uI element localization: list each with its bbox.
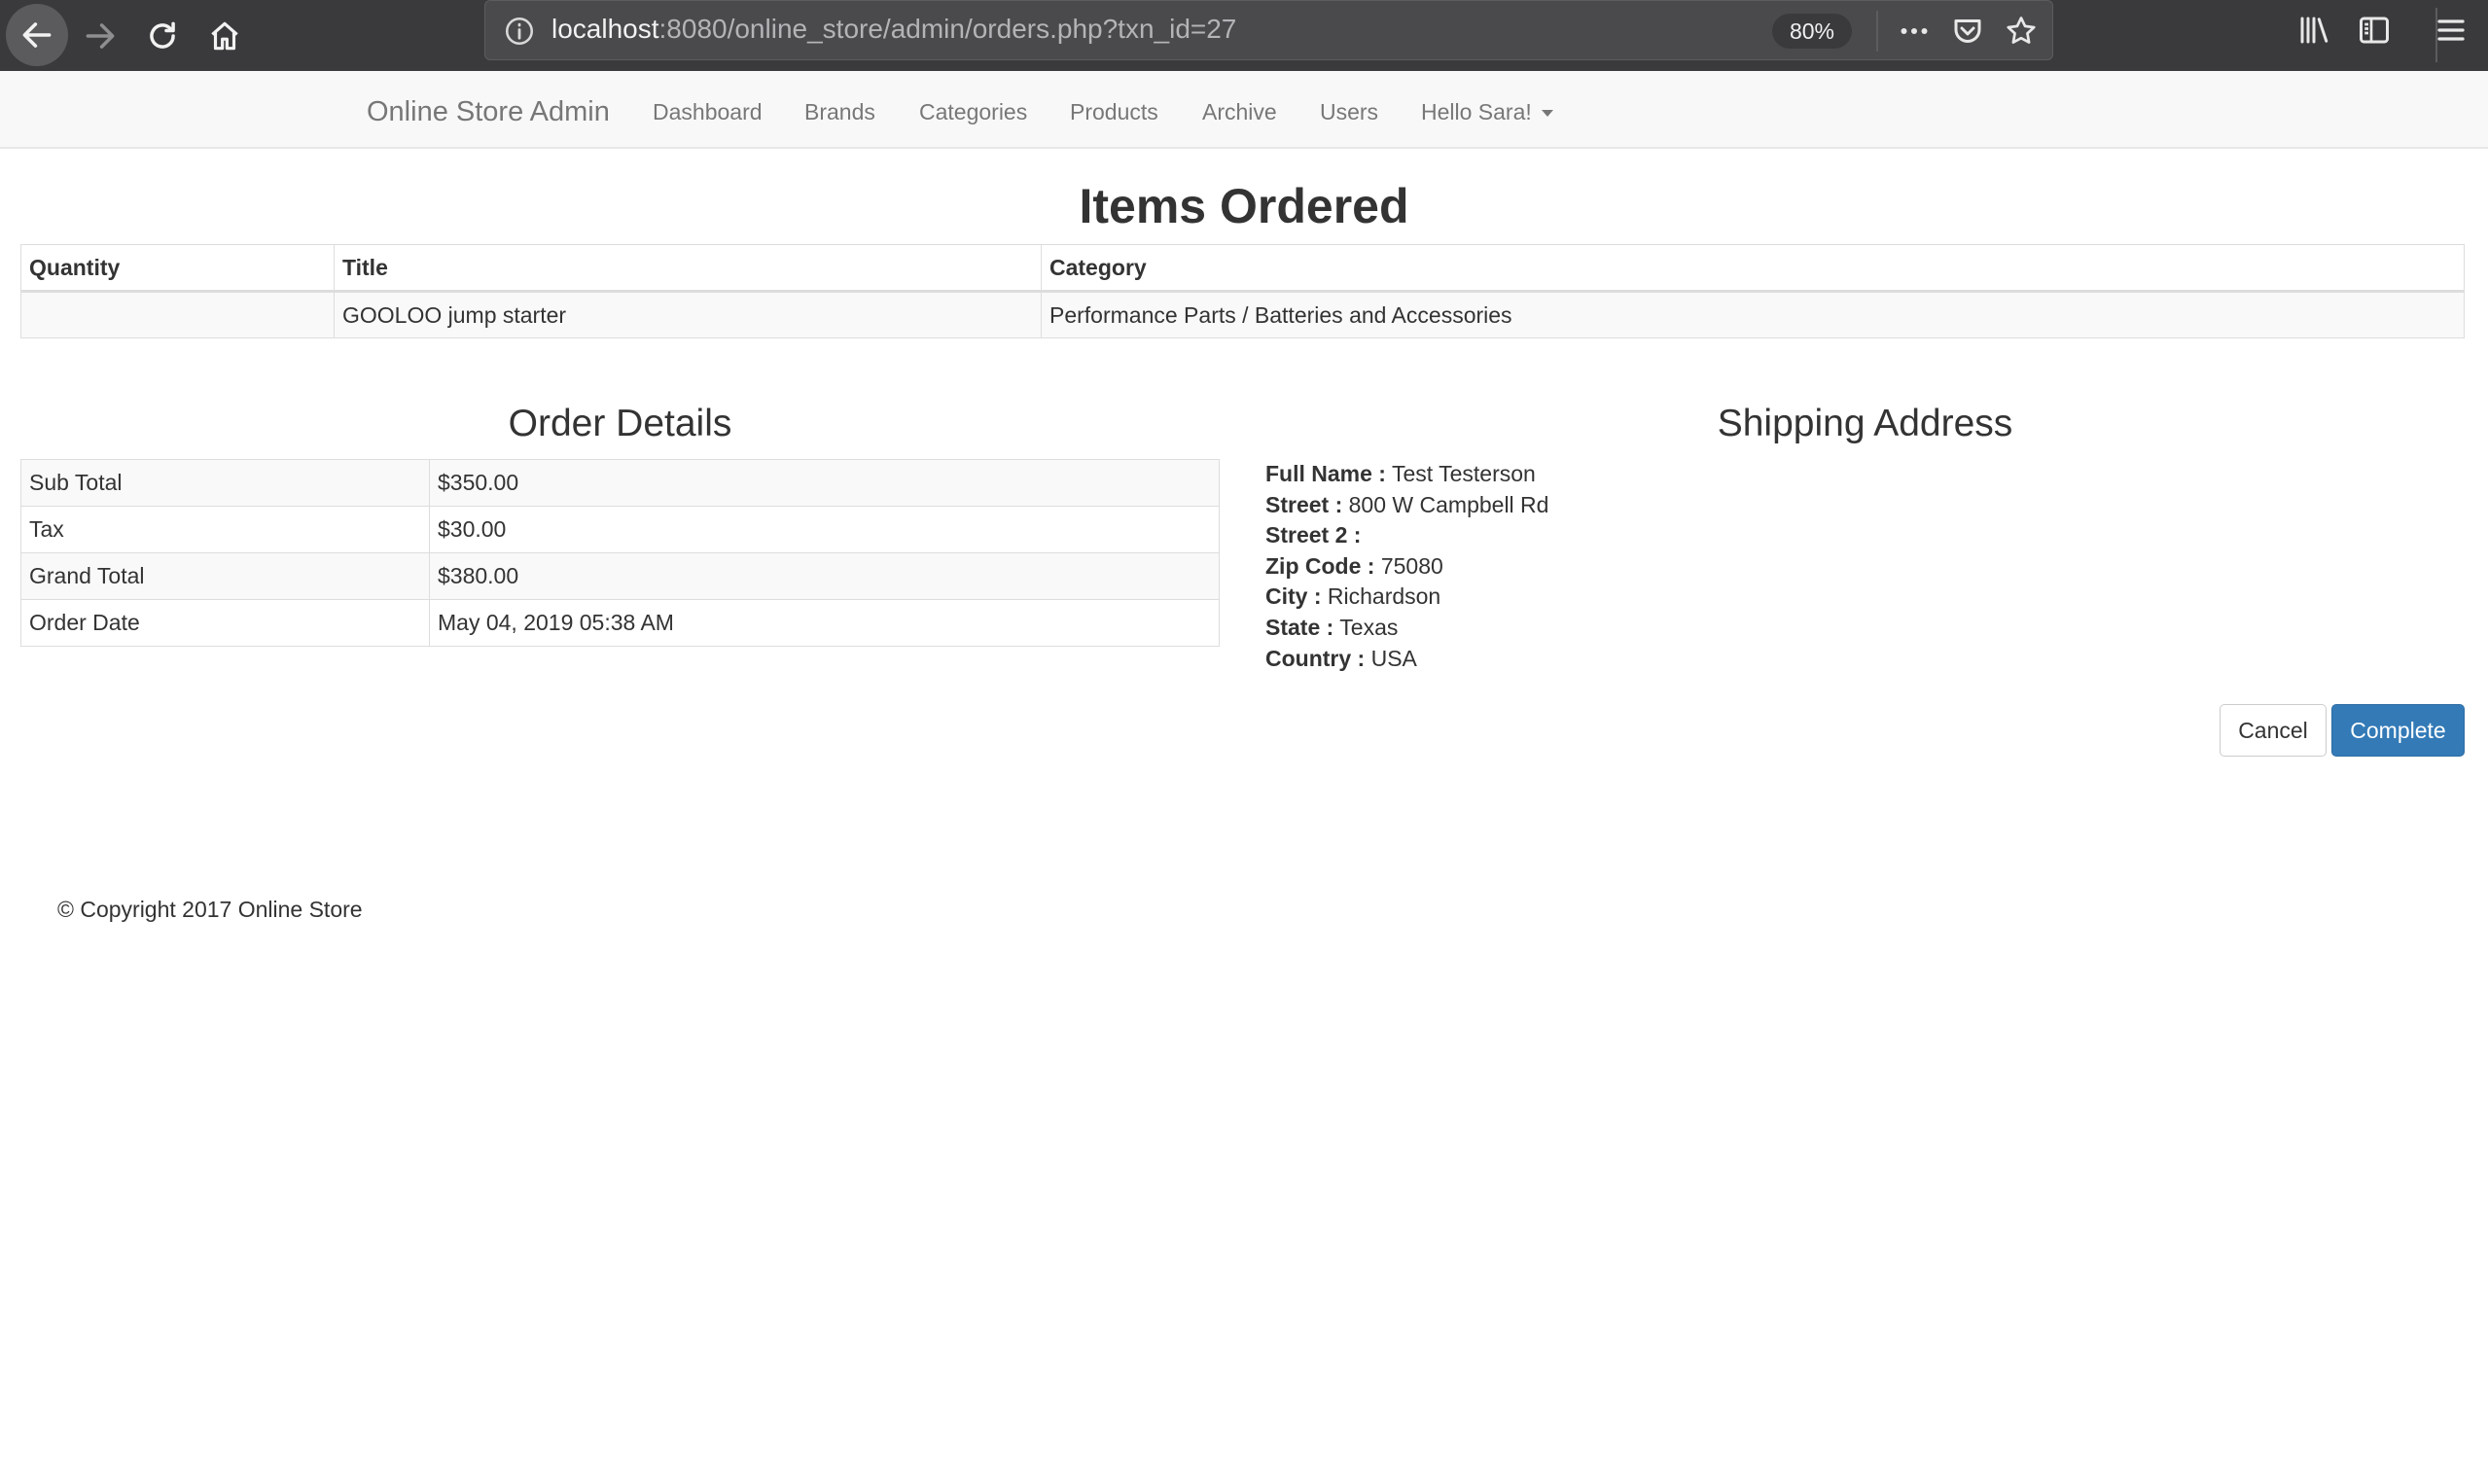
order-value-cell: $30.00 <box>429 506 1220 553</box>
order-label-cell: Tax <box>20 506 430 553</box>
order-value-cell: $380.00 <box>429 552 1220 600</box>
order-label-cell: Order Date <box>20 599 430 647</box>
column-header-quantity: Quantity <box>20 244 335 293</box>
table-row: Grand Total $380.00 <box>20 552 1220 600</box>
item-title-cell: GOOLOO jump starter <box>334 291 1042 338</box>
column-header-category: Category <box>1041 244 2465 293</box>
shipping-address-heading: Shipping Address <box>1717 403 2013 444</box>
hamburger-menu-icon[interactable] <box>2433 13 2470 48</box>
order-value-cell: May 04, 2019 05:38 AM <box>429 599 1220 647</box>
field-value: Richardson <box>1327 583 1441 610</box>
cancel-button[interactable]: Cancel <box>2220 704 2327 757</box>
field-value: USA <box>1370 645 1417 671</box>
home-button[interactable] <box>198 10 251 62</box>
order-value-cell: $350.00 <box>429 459 1220 507</box>
divider <box>1876 11 1878 52</box>
zoom-level-badge[interactable]: 80% <box>1772 14 1852 49</box>
shipping-field-street: Street : 800 W Campbell Rd <box>1265 490 1548 521</box>
nav-link-dashboard[interactable]: Dashboard <box>653 99 763 125</box>
field-label: Zip Code : <box>1265 552 1375 579</box>
nav-link-archive[interactable]: Archive <box>1202 99 1277 125</box>
url-path: :8080/online_store/admin/orders.php?txn_… <box>658 14 1237 44</box>
table-header-row: Quantity Title Category <box>20 244 2465 293</box>
nav-link-products[interactable]: Products <box>1070 99 1158 125</box>
home-icon <box>211 21 238 51</box>
shipping-field-city: City : Richardson <box>1265 582 1548 613</box>
shipping-field-zip-code: Zip Code : 75080 <box>1265 551 1548 583</box>
field-label: Full Name : <box>1265 461 1386 486</box>
reload-icon <box>150 21 175 49</box>
shipping-address-block: Full Name : Test Testerson Street : 800 … <box>1265 459 1548 674</box>
shipping-field-state: State : Texas <box>1265 613 1548 644</box>
browser-toolbar: localhost:8080/online_store/admin/orders… <box>0 0 2488 71</box>
item-category-cell: Performance Parts / Batteries and Access… <box>1041 291 2465 338</box>
nav-link-users[interactable]: Users <box>1320 99 1378 125</box>
order-label-cell: Sub Total <box>20 459 430 507</box>
arrow-right-icon <box>86 23 115 49</box>
field-value: Texas <box>1339 614 1399 640</box>
field-label: Street 2 : <box>1265 522 1362 548</box>
url-host: localhost <box>551 14 659 44</box>
order-details-table: Sub Total $350.00 Tax $30.00 Grand Total… <box>20 459 1220 647</box>
table-row: GOOLOO jump starter Performance Parts / … <box>20 291 2465 338</box>
order-label-cell: Grand Total <box>20 552 430 600</box>
pocket-icon[interactable] <box>1949 14 1986 49</box>
user-menu-label: Hello Sara! <box>1421 99 1532 124</box>
shipping-field-country: Country : USA <box>1265 644 1548 675</box>
item-quantity-cell <box>20 291 335 338</box>
url-text[interactable]: localhost:8080/online_store/admin/orders… <box>551 14 1236 45</box>
table-row: Tax $30.00 <box>20 506 1220 553</box>
field-value: 75080 <box>1380 552 1443 579</box>
field-label: State : <box>1265 614 1334 640</box>
arrow-left-icon <box>22 22 52 48</box>
column-header-title: Title <box>334 244 1042 293</box>
caret-down-icon <box>1541 110 1553 118</box>
nav-link-brands[interactable]: Brands <box>804 99 875 125</box>
nav-link-categories[interactable]: Categories <box>919 99 1027 125</box>
field-value: 800 W Campbell Rd <box>1348 491 1549 517</box>
bookmark-star-icon[interactable] <box>2003 14 2040 49</box>
address-bar[interactable]: localhost:8080/online_store/admin/orders… <box>484 0 2053 60</box>
footer-copyright: © Copyright 2017 Online Store <box>57 897 363 922</box>
library-icon[interactable] <box>2295 13 2332 48</box>
shipping-field-full-name: Full Name : Test Testerson <box>1265 459 1548 490</box>
user-menu-dropdown[interactable]: Hello Sara! <box>1421 99 1553 125</box>
back-button[interactable] <box>6 4 68 66</box>
sidebar-toggle-icon[interactable] <box>2356 13 2393 48</box>
more-actions-icon[interactable] <box>1896 14 1933 49</box>
site-navbar: Online Store Admin Dashboard Brands Cate… <box>0 71 2488 149</box>
forward-button[interactable] <box>74 10 126 62</box>
order-details-heading: Order Details <box>508 403 732 444</box>
items-ordered-table: Quantity Title Category GOOLOO jump star… <box>20 244 2465 338</box>
field-label: City : <box>1265 583 1322 610</box>
field-label: Street : <box>1265 491 1343 517</box>
table-row: Sub Total $350.00 <box>20 459 1220 507</box>
table-row: Order Date May 04, 2019 05:38 AM <box>20 599 1220 647</box>
info-icon[interactable] <box>503 15 536 48</box>
reload-button[interactable] <box>136 10 189 62</box>
field-label: Country : <box>1265 645 1366 671</box>
page-title: Items Ordered <box>1079 179 1409 233</box>
field-value: Test Testerson <box>1391 461 1536 486</box>
complete-order-button[interactable]: Complete <box>2331 704 2465 757</box>
navbar-brand[interactable]: Online Store Admin <box>367 96 610 128</box>
shipping-field-street-2: Street 2 : <box>1265 520 1548 551</box>
